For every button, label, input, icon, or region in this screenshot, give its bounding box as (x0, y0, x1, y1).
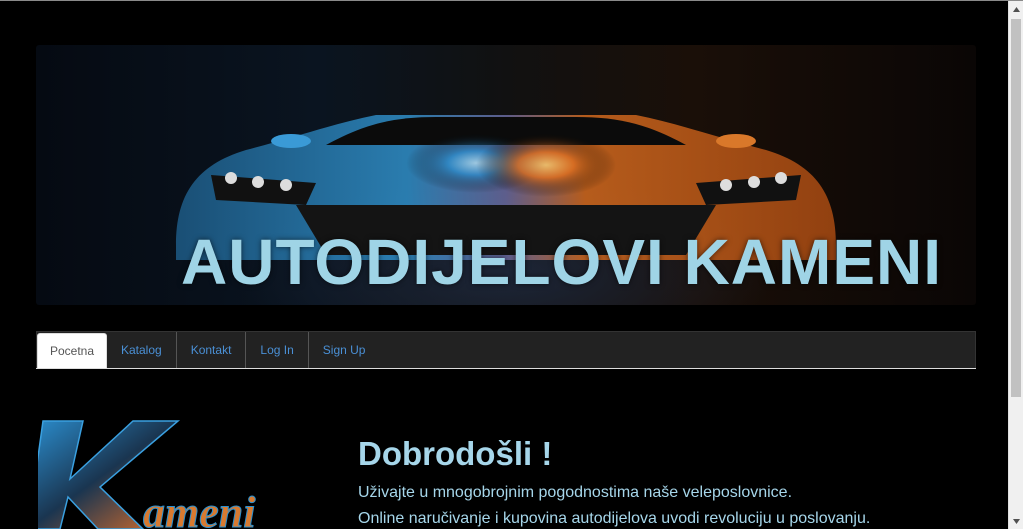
tab-log-in[interactable]: Log In (246, 332, 309, 368)
scroll-down-arrow-icon[interactable] (1009, 513, 1023, 529)
welcome-text-1: Uživajte u mnogobrojnim pogodnostima naš… (358, 484, 793, 501)
hero-banner: AUTODIJELOVI KAMENI (36, 45, 976, 305)
welcome-title: Dobrodošli ! (358, 435, 553, 472)
vertical-scrollbar[interactable] (1008, 1, 1023, 529)
scrollbar-thumb[interactable] (1011, 19, 1021, 397)
nav-divider (36, 368, 976, 373)
scroll-up-arrow-icon[interactable] (1009, 1, 1023, 17)
tab-kontakt[interactable]: Kontakt (177, 332, 247, 368)
kameni-logo: ameni (38, 419, 328, 529)
page: AUTODIJELOVI KAMENI Pocetna Katalog Kont… (0, 1, 1008, 529)
tab-pocetna[interactable]: Pocetna (37, 333, 107, 368)
tab-sign-up[interactable]: Sign Up (309, 332, 380, 368)
banner-title: AUTODIJELOVI KAMENI (181, 226, 942, 298)
tab-katalog[interactable]: Katalog (107, 332, 177, 368)
main-nav: Pocetna Katalog Kontakt Log In Sign Up (36, 331, 976, 368)
logo-text: ameni (143, 488, 256, 529)
welcome-text-2: Online naručivanje i kupovina autodijelo… (358, 510, 871, 527)
logo-image: ameni (38, 420, 257, 529)
